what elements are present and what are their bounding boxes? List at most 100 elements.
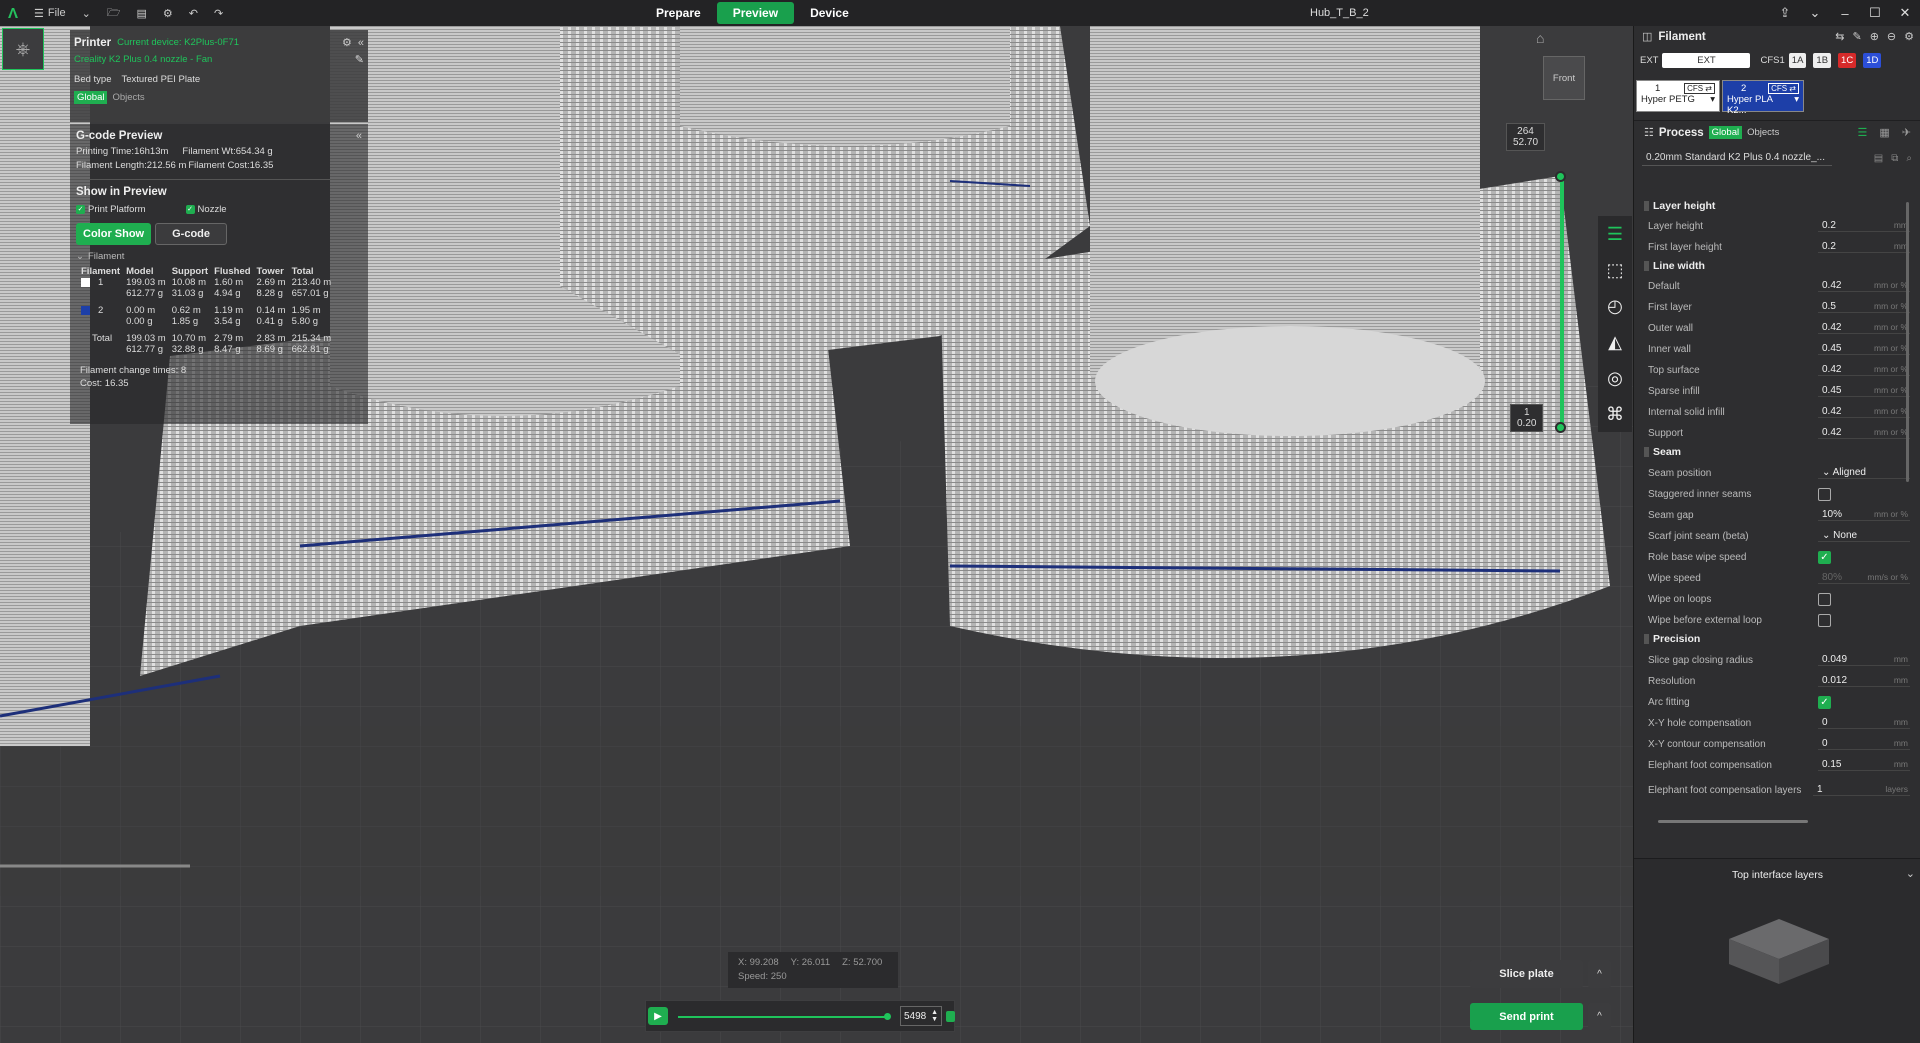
bed-type-select[interactable]: Textured PEI Plate [122, 74, 201, 85]
sync-filament-icon[interactable]: ⇆ [1835, 30, 1844, 43]
total-cell: 215.34 m 662.81 g [291, 333, 332, 355]
setting-input[interactable]: 0 mm [1818, 717, 1910, 729]
process-global-tab[interactable]: Global [1708, 126, 1743, 139]
overhang-icon[interactable]: ◭ [1598, 324, 1632, 360]
wipe-loops-checkbox[interactable] [1818, 592, 1831, 606]
setting-input[interactable]: 0.2 mm [1818, 241, 1910, 253]
setting-input[interactable]: 0 mm [1818, 738, 1910, 750]
wipe-before-checkbox[interactable] [1818, 613, 1831, 627]
gcode-view-button[interactable]: G-code [155, 223, 228, 245]
filament-group-toggle[interactable]: ⌄ Filament [76, 251, 362, 262]
undo-icon[interactable]: ↶ [181, 0, 206, 26]
layer-slider-bottom-handle[interactable] [1555, 422, 1566, 433]
compare-icon[interactable]: ▦ [1879, 126, 1889, 139]
filament-slot-2[interactable]: 2 CFS ⇄ Hyper PLA K2... ▾ [1722, 80, 1804, 116]
open-folder-icon[interactable]: 🗁 [99, 0, 129, 26]
pin-icon[interactable]: ✈ [1902, 126, 1911, 139]
settings-scrollbar[interactable] [1906, 202, 1909, 482]
filament-settings-icon[interactable]: ⚙ [1904, 30, 1914, 43]
move-end-icon[interactable] [946, 1011, 955, 1022]
select-box-icon[interactable]: ⬚ [1598, 252, 1632, 288]
move-slider-handle[interactable] [884, 1013, 891, 1020]
cloud-upload-icon[interactable]: ⇪ [1770, 0, 1800, 26]
layers-icon[interactable]: ☰ [1598, 216, 1632, 252]
staggered-seams-checkbox[interactable] [1818, 487, 1831, 501]
collapse-printer-icon[interactable]: « [358, 37, 364, 49]
setting-input[interactable]: 0.049 mm [1818, 654, 1910, 666]
maximize-icon[interactable]: ☐ [1860, 0, 1890, 26]
filament-slot-1[interactable]: 1 CFS ⇄ Hyper PETG ▾ [1636, 80, 1720, 112]
setting-input[interactable]: 0.15 mm [1818, 759, 1910, 771]
layer-slider-track[interactable] [1560, 176, 1564, 431]
setting-input[interactable]: 0.5 mm or % [1818, 301, 1910, 313]
home-view-icon[interactable]: ⌂ [1536, 30, 1544, 46]
layer-slider-top-handle[interactable] [1555, 171, 1566, 182]
save-preset-icon[interactable]: ▤ [1874, 153, 1883, 164]
setting-select[interactable]: ⌄ Aligned [1818, 467, 1910, 479]
minimize-icon[interactable]: – [1830, 0, 1860, 26]
setting-input[interactable]: 0.45 mm or % [1818, 385, 1910, 397]
setting-input[interactable]: 0.42 mm or % [1818, 280, 1910, 292]
ext-slot[interactable]: EXT [1662, 53, 1751, 68]
collapse-icon[interactable]: ⌄ [1800, 0, 1830, 26]
move-number-input[interactable]: 5498 ▲ ▼ [900, 1006, 942, 1026]
setting-input[interactable]: 0.42 mm or % [1818, 427, 1910, 439]
setting-input[interactable]: 10% mm or % [1818, 509, 1910, 521]
collapse-gcode-icon[interactable]: « [356, 130, 362, 142]
setting-input[interactable]: 0.45 mm or % [1818, 343, 1910, 355]
target-icon[interactable]: ◎ [1598, 360, 1632, 396]
brush-icon[interactable]: ✎ [1852, 30, 1861, 43]
command-icon[interactable]: ⌘ [1598, 396, 1632, 432]
scope-global-tab[interactable]: Global [74, 91, 108, 104]
edit-pencil-icon[interactable]: ✎ [355, 53, 364, 66]
tab-prepare[interactable]: Prepare [640, 2, 717, 24]
settings-gear-icon[interactable]: ⚙ [155, 0, 181, 26]
copy-preset-icon[interactable]: ⧉ [1891, 153, 1898, 164]
tab-device[interactable]: Device [794, 2, 865, 24]
file-menu[interactable]: ☰ File [26, 0, 74, 26]
printer-settings-icon[interactable]: ⚙ [342, 36, 352, 49]
play-button[interactable]: ▶ [648, 1007, 668, 1025]
settings-hscrollbar[interactable] [1658, 820, 1808, 823]
setting-input[interactable]: 0.012 mm [1818, 675, 1910, 687]
view-cube[interactable]: Front [1543, 56, 1585, 100]
speed-gauge-icon[interactable]: ◴ [1598, 288, 1632, 324]
collapse-preview-icon[interactable]: ⌄ [1906, 867, 1915, 880]
process-preset-select[interactable]: 0.20mm Standard K2 Plus 0.4 nozzle_... [1642, 150, 1832, 166]
setting-stepper[interactable]: 1 layers [1813, 784, 1910, 796]
setting-select[interactable]: ⌄ None [1818, 530, 1910, 542]
slot-1d[interactable]: 1D [1863, 53, 1882, 68]
printer-thumbnail[interactable]: ⎈ [2, 28, 44, 70]
slot-1b[interactable]: 1B [1813, 53, 1832, 68]
arc-fitting-checkbox[interactable]: ✓ [1818, 695, 1831, 709]
slice-plate-button[interactable]: Slice plate [1470, 960, 1583, 988]
add-filament-icon[interactable]: ⊕ [1870, 30, 1879, 43]
role-wipe-checkbox[interactable]: ✓ [1818, 550, 1831, 564]
remove-filament-icon[interactable]: ⊖ [1887, 30, 1896, 43]
slice-options-button[interactable]: ^ [1588, 960, 1611, 988]
list-view-icon[interactable]: ☰ [1858, 126, 1868, 139]
slot-1c[interactable]: 1C [1838, 53, 1857, 68]
move-slider-track[interactable] [678, 1016, 888, 1018]
setting-input[interactable]: 0.2 mm [1818, 220, 1910, 232]
setting-input[interactable]: 0.42 mm or % [1818, 322, 1910, 334]
scope-objects-tab[interactable]: Objects [109, 91, 147, 104]
slot-1a[interactable]: 1A [1788, 53, 1807, 68]
redo-icon[interactable]: ↷ [206, 0, 231, 26]
printer-preset[interactable]: Creality K2 Plus 0.4 nozzle - Fan [74, 54, 212, 65]
printing-time: Printing Time:16h13m [76, 146, 169, 157]
setting-input[interactable]: 80% mm/s or % [1818, 572, 1910, 584]
search-icon[interactable]: ⌕ [1906, 153, 1912, 164]
print-platform-checkbox[interactable]: ✓ [76, 205, 85, 214]
send-print-button[interactable]: Send print [1470, 1003, 1583, 1030]
send-options-button[interactable]: ^ [1588, 1003, 1611, 1030]
save-icon[interactable]: ▤ [128, 0, 154, 26]
process-objects-tab[interactable]: Objects [1747, 127, 1779, 138]
setting-input[interactable]: 0.42 mm or % [1818, 364, 1910, 376]
close-icon[interactable]: ✕ [1890, 0, 1920, 26]
setting-input[interactable]: 0.42 mm or % [1818, 406, 1910, 418]
color-show-button[interactable]: Color Show [76, 223, 152, 245]
tab-preview[interactable]: Preview [716, 2, 795, 24]
menu-dropdown-icon[interactable]: ⌄ [74, 0, 99, 26]
nozzle-checkbox[interactable]: ✓ [185, 205, 195, 214]
